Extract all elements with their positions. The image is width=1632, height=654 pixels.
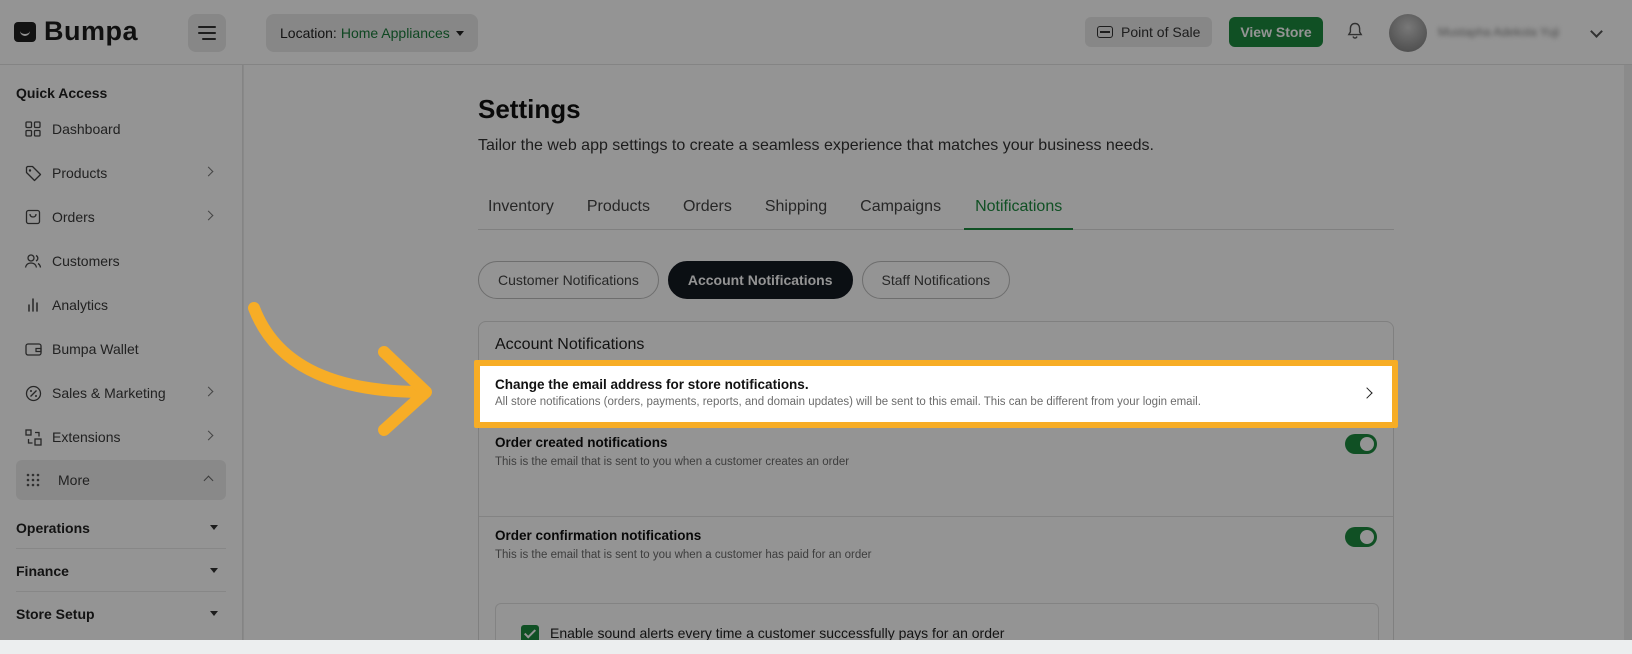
bag-icon [24, 208, 42, 226]
tab-shipping[interactable]: Shipping [755, 190, 837, 230]
point-of-sale-label: Point of Sale [1121, 24, 1201, 40]
chevron-right-icon [203, 386, 214, 397]
sidebar-item-label: Products [52, 165, 108, 181]
bar-chart-icon [24, 296, 42, 314]
users-icon [24, 252, 42, 270]
sidebar: Quick Access Dashboard Products Orders C… [0, 65, 243, 640]
sidebar-item-label: Orders [52, 209, 95, 225]
sidebar-section-store-setup[interactable]: Store Setup [16, 593, 226, 635]
caret-down-icon [210, 568, 218, 573]
section-label: Store Setup [16, 606, 95, 622]
customer-notifications-pill[interactable]: Customer Notifications [478, 261, 659, 299]
location-label: Location: [280, 25, 337, 41]
section-label: Operations [16, 519, 90, 536]
sidebar-item-orders[interactable]: Orders [16, 199, 226, 235]
card-title: Account Notifications [495, 336, 645, 353]
sidebar-item-label: Customers [52, 253, 120, 269]
sidebar-item-label: Sales & Marketing [52, 385, 166, 401]
grid-icon [24, 120, 42, 138]
caret-down-icon [210, 525, 218, 530]
tab-products[interactable]: Products [577, 190, 660, 230]
quick-access-heading: Quick Access [16, 85, 108, 101]
sidebar-item-label: More [58, 472, 90, 488]
top-bar: Bumpa Location: Home Appliances Point of… [0, 0, 1632, 65]
chevron-right-icon [203, 430, 214, 441]
sidebar-section-operations[interactable]: Operations [16, 507, 226, 549]
tab-campaigns[interactable]: Campaigns [850, 190, 951, 230]
sidebar-item-extensions[interactable]: Extensions [16, 419, 226, 455]
highlight-frame [474, 360, 1398, 428]
order-confirmation-title: Order confirmation notifications [495, 528, 702, 543]
user-name[interactable]: Mustapha Adekola Yuji [1438, 25, 1559, 39]
sidebar-item-label: Extensions [52, 429, 121, 445]
order-confirmation-description: This is the email that is sent to you wh… [495, 549, 872, 561]
settings-tabs: Inventory Products Orders Shipping Campa… [478, 190, 1394, 230]
sidebar-item-dashboard[interactable]: Dashboard [16, 111, 226, 147]
sidebar-item-bumpa-wallet[interactable]: Bumpa Wallet [16, 331, 226, 367]
wallet-icon [24, 340, 42, 358]
sidebar-item-more[interactable]: More [16, 460, 226, 500]
chevron-up-icon [203, 475, 214, 486]
sidebar-section-finance[interactable]: Finance [16, 550, 226, 592]
view-store-button[interactable]: View Store [1229, 17, 1323, 47]
caret-down-icon [210, 611, 218, 616]
sidebar-item-analytics[interactable]: Analytics [16, 287, 226, 323]
sidebar-item-products[interactable]: Products [16, 155, 226, 191]
sidebar-item-label: Dashboard [52, 121, 121, 137]
bell-icon[interactable] [1347, 22, 1363, 40]
tab-notifications[interactable]: Notifications [964, 190, 1074, 230]
hamburger-menu-button[interactable] [188, 14, 226, 52]
chevron-down-icon[interactable] [1590, 25, 1603, 38]
bag-logo-icon [14, 21, 36, 42]
sidebar-item-label: Analytics [52, 297, 109, 313]
sidebar-item-label: Bumpa Wallet [52, 341, 139, 357]
tab-inventory[interactable]: Inventory [478, 190, 564, 230]
page-title: Settings [478, 94, 581, 124]
scrollbar[interactable] [1624, 65, 1632, 640]
avatar[interactable] [1389, 14, 1427, 52]
pointer-arrow-icon [248, 302, 432, 436]
bottom-strip [0, 640, 1632, 654]
notification-type-pills: Customer Notifications Account Notificat… [478, 261, 1011, 299]
order-created-description: This is the email that is sent to you wh… [495, 456, 850, 468]
tab-orders[interactable]: Orders [673, 190, 742, 230]
chevron-right-icon [203, 210, 214, 221]
percent-icon [24, 384, 42, 402]
order-created-toggle[interactable] [1345, 434, 1377, 454]
sound-alert-label: Enable sound alerts every time a custome… [550, 625, 1005, 641]
location-value: Home Appliances [340, 25, 450, 41]
order-created-title: Order created notifications [495, 435, 668, 450]
tag-icon [24, 164, 42, 182]
page-subtitle: Tailor the web app settings to create a … [478, 137, 1154, 154]
divider [479, 516, 1393, 517]
sidebar-item-customers[interactable]: Customers [16, 243, 226, 279]
chevron-right-icon [203, 166, 214, 177]
location-selector[interactable]: Location: Home Appliances [266, 14, 478, 52]
section-label: Finance [16, 562, 69, 579]
order-confirmation-toggle[interactable] [1345, 527, 1377, 547]
sidebar-item-sales-marketing[interactable]: Sales & Marketing [16, 375, 226, 411]
caret-down-icon [455, 30, 464, 36]
pos-terminal-icon [1097, 26, 1113, 38]
logo-text: Bumpa [44, 16, 139, 46]
dots-grid-icon [24, 471, 42, 489]
bumpa-logo[interactable]: Bumpa [14, 16, 138, 47]
account-notifications-pill[interactable]: Account Notifications [667, 261, 853, 299]
point-of-sale-button[interactable]: Point of Sale [1085, 17, 1213, 47]
staff-notifications-pill[interactable]: Staff Notifications [861, 261, 1011, 299]
extensions-icon [24, 428, 42, 446]
